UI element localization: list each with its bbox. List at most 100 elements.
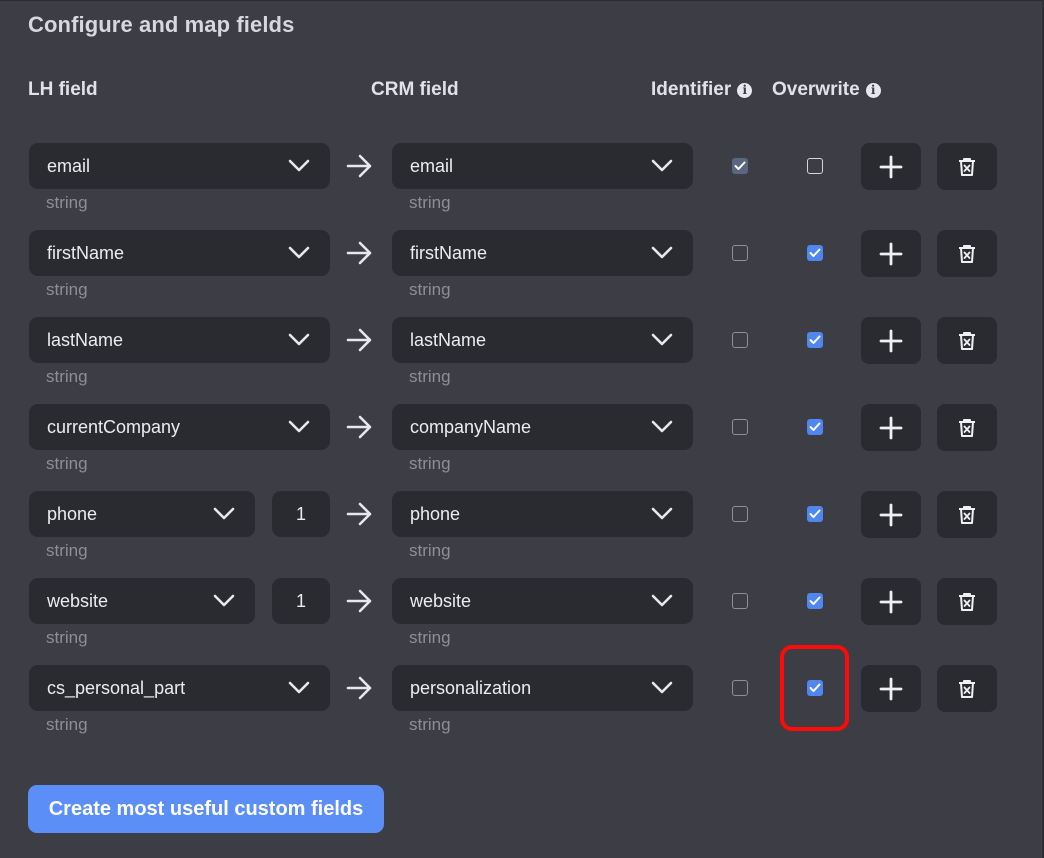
field-index-input[interactable]: 1 xyxy=(272,578,330,624)
add-field-button[interactable] xyxy=(861,230,921,277)
delete-field-button[interactable] xyxy=(937,317,997,364)
crm-field-value: companyName xyxy=(410,416,532,437)
arrow-right-icon xyxy=(346,589,372,613)
crm-field-select[interactable]: firstName xyxy=(392,230,693,276)
checkmark-icon xyxy=(809,596,821,605)
trash-icon xyxy=(959,157,975,176)
plus-icon xyxy=(879,242,903,265)
checkmark-icon xyxy=(809,248,821,257)
overwrite-checkbox[interactable] xyxy=(807,158,823,174)
crm-field-select[interactable]: email xyxy=(392,143,693,189)
lh-field-type: string xyxy=(46,628,88,647)
crm-field-type: string xyxy=(409,280,451,299)
field-index-input[interactable]: 1 xyxy=(272,491,330,537)
crm-field-select[interactable]: personalization xyxy=(392,665,693,711)
trash-icon xyxy=(959,418,975,437)
chevron-down-icon xyxy=(288,681,310,694)
delete-field-button[interactable] xyxy=(937,230,997,277)
add-field-button[interactable] xyxy=(861,404,921,451)
overwrite-checkbox[interactable] xyxy=(807,419,823,435)
crm-field-value: personalization xyxy=(410,677,532,698)
crm-field-select[interactable]: website xyxy=(392,578,693,624)
delete-field-button[interactable] xyxy=(937,143,997,190)
chevron-down-icon xyxy=(651,420,673,433)
identifier-header: Identifier i xyxy=(651,79,753,101)
crm-field-select[interactable]: lastName xyxy=(392,317,693,363)
overwrite-header: Overwrite i xyxy=(772,79,881,101)
identifier-checkbox[interactable] xyxy=(732,680,748,696)
field-mapping-row: currentCompany string companyName string xyxy=(0,404,1044,491)
add-field-button[interactable] xyxy=(861,143,921,190)
crm-field-type: string xyxy=(409,193,451,212)
top-border xyxy=(0,0,1044,1)
identifier-checkbox[interactable] xyxy=(732,506,748,522)
lh-field-type: string xyxy=(46,454,88,473)
lh-field-type: string xyxy=(46,715,88,734)
crm-field-header-label: CRM field xyxy=(371,79,459,100)
lh-field-select[interactable]: phone xyxy=(29,491,255,537)
highlight-box xyxy=(780,645,849,731)
add-field-button[interactable] xyxy=(861,578,921,625)
identifier-checkbox[interactable] xyxy=(732,245,748,261)
page-title: Configure and map fields xyxy=(28,12,295,37)
delete-field-button[interactable] xyxy=(937,578,997,625)
identifier-header-label: Identifier xyxy=(651,79,732,100)
crm-field-value: firstName xyxy=(410,242,488,263)
arrow-right-icon xyxy=(346,241,372,265)
overwrite-checkbox[interactable] xyxy=(807,332,823,348)
chevron-down-icon xyxy=(288,420,310,433)
lh-field-value: cs_personal_part xyxy=(47,677,186,698)
chevron-down-icon xyxy=(288,333,310,346)
delete-field-button[interactable] xyxy=(937,665,997,712)
field-mapping-row: firstName string firstName string xyxy=(0,230,1044,317)
lh-field-select[interactable]: firstName xyxy=(29,230,330,276)
delete-field-button[interactable] xyxy=(937,404,997,451)
identifier-checkbox[interactable] xyxy=(732,419,748,435)
info-icon[interactable]: i xyxy=(737,82,753,98)
crm-field-value: lastName xyxy=(410,329,487,350)
lh-field-type: string xyxy=(46,367,88,386)
plus-icon xyxy=(879,416,903,439)
crm-field-select[interactable]: phone xyxy=(392,491,693,537)
checkmark-icon xyxy=(809,422,821,431)
checkmark-icon xyxy=(809,509,821,518)
lh-field-value: phone xyxy=(47,503,98,524)
identifier-checkbox[interactable] xyxy=(732,593,748,609)
crm-field-value: email xyxy=(410,155,454,176)
plus-icon xyxy=(879,155,903,178)
overwrite-checkbox[interactable] xyxy=(807,506,823,522)
field-mapping-row: website 1 string website string xyxy=(0,578,1044,665)
lh-field-select[interactable]: email xyxy=(29,143,330,189)
lh-field-value: lastName xyxy=(47,329,124,350)
chevron-down-icon xyxy=(651,333,673,346)
info-icon[interactable]: i xyxy=(865,82,881,98)
crm-field-value: phone xyxy=(410,503,461,524)
chevron-down-icon xyxy=(288,246,310,259)
chevron-down-icon xyxy=(651,681,673,694)
crm-field-value: website xyxy=(410,590,472,611)
plus-icon xyxy=(879,677,903,700)
trash-icon xyxy=(959,505,975,524)
crm-field-type: string xyxy=(409,454,451,473)
identifier-checkbox[interactable] xyxy=(732,332,748,348)
plus-icon xyxy=(879,329,903,352)
crm-field-select[interactable]: companyName xyxy=(392,404,693,450)
add-field-button[interactable] xyxy=(861,491,921,538)
lh-field-select[interactable]: lastName xyxy=(29,317,330,363)
overwrite-checkbox[interactable] xyxy=(807,245,823,261)
lh-field-header: LH field xyxy=(28,79,98,101)
overwrite-checkbox[interactable] xyxy=(807,593,823,609)
plus-icon xyxy=(879,590,903,613)
lh-field-select[interactable]: currentCompany xyxy=(29,404,330,450)
lh-field-select[interactable]: website xyxy=(29,578,255,624)
lh-field-select[interactable]: cs_personal_part xyxy=(29,665,330,711)
field-mapping-row: lastName string lastName string xyxy=(0,317,1044,404)
delete-field-button[interactable] xyxy=(937,491,997,538)
field-mapping-row: phone 1 string phone string xyxy=(0,491,1044,578)
identifier-checkbox xyxy=(732,158,748,174)
add-field-button[interactable] xyxy=(861,665,921,712)
add-field-button[interactable] xyxy=(861,317,921,364)
arrow-right-icon xyxy=(346,328,372,352)
create-custom-fields-button[interactable]: Create most useful custom fields xyxy=(28,785,384,833)
field-mapping-row: email string email string xyxy=(0,143,1044,230)
